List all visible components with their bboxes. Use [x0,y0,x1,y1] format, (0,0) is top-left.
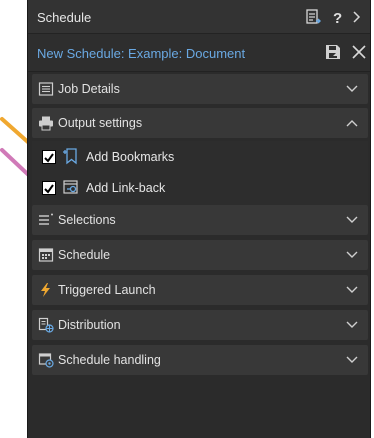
option-add-link-back: Add Link-back [32,176,368,204]
distribution-icon [38,317,54,333]
add-link-back-label: Add Link-back [86,181,166,195]
lightning-icon [41,283,50,297]
section-label: Schedule handling [58,353,161,367]
schedule-list-icon[interactable] [304,8,322,26]
schedule-panel: Schedule ? New Schedule: Example: Docume… [27,0,371,438]
section-label: Schedule [58,248,111,262]
printer-icon [39,116,53,131]
close-icon[interactable] [350,43,368,61]
chevron-down-icon [346,356,358,363]
section-output-settings[interactable]: Output settings [32,108,368,138]
link-back-icon [63,180,78,194]
section-distribution[interactable]: Distribution [32,310,368,340]
help-icon[interactable]: ? [328,8,346,26]
chevron-down-icon [346,286,358,293]
section-triggered-launch[interactable]: Triggered Launch [32,275,368,305]
panel-title: Schedule [37,10,92,25]
section-label: Output settings [58,116,143,130]
svg-text:?: ? [333,10,342,26]
chevron-up-icon [346,120,358,127]
section-schedule[interactable]: Schedule [32,240,368,270]
schedule-name-bar: New Schedule: Example: Document [28,34,370,72]
bookmark-icon [63,148,77,165]
selection-list-icon [39,213,53,225]
add-link-back-checkbox[interactable] [42,181,56,195]
output-settings-body: Add Bookmarks Add Link-back [32,141,368,205]
section-label: Job Details [58,82,120,96]
section-label: Selections [58,213,116,227]
panel-header: Schedule ? [28,0,370,34]
section-job-details[interactable]: Job Details [32,74,368,104]
option-add-bookmarks: Add Bookmarks [32,145,368,173]
schedule-name: New Schedule: Example: Document [37,46,246,61]
chevron-right-icon[interactable] [348,8,366,26]
schedule-handling-icon [38,353,54,368]
section-label: Triggered Launch [58,283,156,297]
calendar-icon [38,248,54,262]
checkmark-icon [44,184,54,194]
checkmark-icon [44,153,54,163]
section-schedule-handling[interactable]: Schedule handling [32,345,368,375]
list-icon [38,82,54,96]
add-bookmarks-checkbox[interactable] [42,150,56,164]
chevron-down-icon [346,251,358,258]
section-selections[interactable]: Selections [32,205,368,235]
chevron-down-icon [346,85,358,92]
chevron-down-icon [346,321,358,328]
save-icon[interactable] [324,43,342,61]
add-bookmarks-label: Add Bookmarks [86,150,175,164]
section-label: Distribution [58,318,121,332]
chevron-down-icon [346,216,358,223]
